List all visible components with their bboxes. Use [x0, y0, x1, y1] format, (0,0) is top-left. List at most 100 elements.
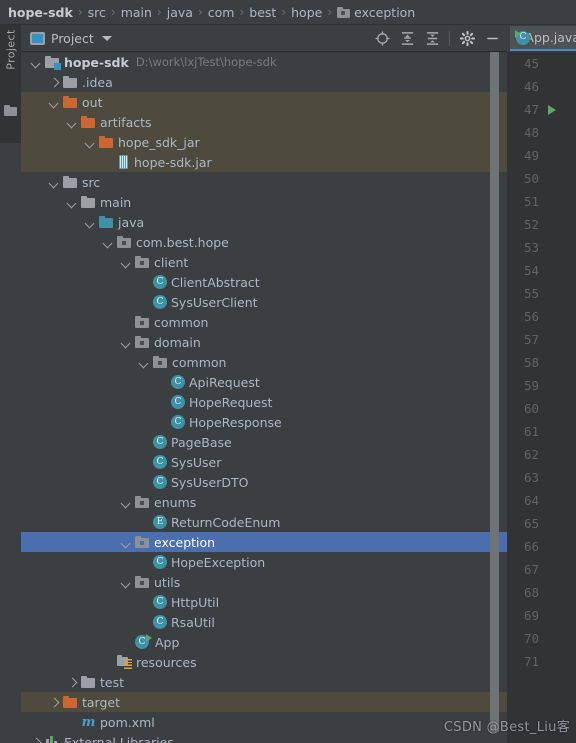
gutter-line[interactable]: 56	[507, 305, 576, 328]
gutter-line[interactable]: 59	[507, 374, 576, 397]
gutter-line[interactable]: 65	[507, 512, 576, 535]
gutter-line[interactable]: 55	[507, 282, 576, 305]
tree-node-out[interactable]: out	[21, 92, 507, 112]
tree-node-sysuserdto[interactable]: C SysUserDTO	[21, 472, 507, 492]
gutter-line[interactable]: 45	[507, 52, 576, 75]
gutter-line[interactable]: 53	[507, 236, 576, 259]
tree-node-com-best-hope[interactable]: com.best.hope	[21, 232, 507, 252]
chevron-down-icon[interactable]	[101, 35, 112, 41]
chevron-down-icon[interactable]	[121, 537, 132, 548]
tree-node-hope-sdk[interactable]: hope-sdk D:\work\lxjTest\hope-sdk	[21, 52, 507, 72]
tree-node-main[interactable]: main	[21, 192, 507, 212]
gutter-line[interactable]: 62	[507, 443, 576, 466]
chevron-down-icon[interactable]	[49, 177, 60, 188]
editor-gutter[interactable]: 45 46 47 48 49 50 51 52 53 54 55 56 57 58 59 60 61 62 63 64…	[507, 52, 576, 743]
chevron-down-icon[interactable]	[121, 257, 132, 268]
gutter-line[interactable]: 61	[507, 420, 576, 443]
chevron-down-icon[interactable]	[67, 197, 78, 208]
tree-node-target[interactable]: target	[21, 692, 507, 712]
project-tree-scrollbar[interactable]	[490, 52, 503, 743]
project-tool-button[interactable]: Project	[0, 25, 21, 143]
tree-node-apirequest[interactable]: C ApiRequest	[21, 372, 507, 392]
gutter-line[interactable]: 60	[507, 397, 576, 420]
tree-node-hoperequest[interactable]: C HopeRequest	[21, 392, 507, 412]
project-tree-scrollbar-thumb[interactable]	[490, 52, 499, 732]
tree-node-external-libraries[interactable]: External Libraries	[21, 732, 507, 743]
tree-node-enums[interactable]: enums	[21, 492, 507, 512]
breadcrumb-item-main[interactable]: main	[121, 5, 152, 20]
chevron-down-icon[interactable]	[121, 497, 132, 508]
tree-node-hope-sdk-jar[interactable]: hope-sdk.jar	[21, 152, 507, 172]
tree-node--idea[interactable]: .idea	[21, 72, 507, 92]
chevron-down-icon[interactable]	[31, 57, 42, 68]
gutter-line[interactable]: 49	[507, 144, 576, 167]
tree-node-app[interactable]: C App	[21, 632, 507, 652]
breadcrumb-item-hope[interactable]: hope	[291, 5, 322, 20]
tree-node-pom-xml[interactable]: m pom.xml	[21, 712, 507, 732]
tree-node-src[interactable]: src	[21, 172, 507, 192]
chevron-down-icon[interactable]	[49, 97, 60, 108]
tree-node-hoperesponse[interactable]: C HopeResponse	[21, 412, 507, 432]
chevron-down-icon[interactable]	[139, 357, 150, 368]
chevron-down-icon[interactable]	[121, 337, 132, 348]
breadcrumb-item-hope-sdk[interactable]: hope-sdk	[8, 5, 73, 20]
gutter-line[interactable]: 70	[507, 627, 576, 650]
gutter-line[interactable]: 51	[507, 190, 576, 213]
tree-node-test[interactable]: test	[21, 672, 507, 692]
tree-node-sysuserclient[interactable]: C SysUserClient	[21, 292, 507, 312]
chevron-down-icon[interactable]	[85, 137, 96, 148]
tree-node-rsautil[interactable]: C RsaUtil	[21, 612, 507, 632]
breadcrumb-item-best[interactable]: best	[249, 5, 276, 20]
chevron-right-icon[interactable]	[49, 77, 60, 88]
gutter-line[interactable]: 68	[507, 581, 576, 604]
project-view-selector[interactable]: Project	[30, 31, 112, 46]
gear-icon[interactable]	[456, 28, 478, 50]
gutter-line[interactable]: 50	[507, 167, 576, 190]
tree-node-clientabstract[interactable]: C ClientAbstract	[21, 272, 507, 292]
green-run-triangle-icon[interactable]	[548, 105, 556, 115]
tree-node-domain[interactable]: domain	[21, 332, 507, 352]
project-tree[interactable]: hope-sdk D:\work\lxjTest\hope-sdk .idea out…	[21, 52, 507, 743]
tree-node-client[interactable]: client	[21, 252, 507, 272]
gutter-line[interactable]: 63	[507, 466, 576, 489]
gutter-line[interactable]: 66	[507, 535, 576, 558]
tree-node-hope-sdk-jar[interactable]: hope_sdk_jar	[21, 132, 507, 152]
gutter-line[interactable]: 57	[507, 328, 576, 351]
tree-node-pagebase[interactable]: C PageBase	[21, 432, 507, 452]
gutter-line[interactable]: 54	[507, 259, 576, 282]
gutter-line[interactable]: 69	[507, 604, 576, 627]
gutter-line[interactable]: 67	[507, 558, 576, 581]
breadcrumb-item-exception[interactable]: exception	[337, 5, 415, 20]
gutter-line[interactable]: 52	[507, 213, 576, 236]
tree-node-common[interactable]: common	[21, 312, 507, 332]
gutter-line[interactable]: 48	[507, 121, 576, 144]
tree-node-common[interactable]: common	[21, 352, 507, 372]
tree-node-java[interactable]: java	[21, 212, 507, 232]
chevron-down-icon[interactable]	[85, 217, 96, 228]
crosshair-target-icon[interactable]	[371, 28, 393, 50]
tree-node-exception[interactable]: exception	[21, 532, 507, 552]
chevron-down-icon[interactable]	[103, 237, 114, 248]
breadcrumb-item-java[interactable]: java	[167, 5, 193, 20]
gutter-line[interactable]: 71	[507, 650, 576, 673]
gutter-line[interactable]: 46	[507, 75, 576, 98]
gutter-line[interactable]: 58	[507, 351, 576, 374]
breadcrumb-item-src[interactable]: src	[88, 5, 106, 20]
collapse-all-icon[interactable]	[421, 28, 443, 50]
editor-tab-app-java[interactable]: C App.java	[510, 26, 576, 51]
tree-node-utils[interactable]: utils	[21, 572, 507, 592]
chevron-right-icon[interactable]	[67, 677, 78, 688]
chevron-down-icon[interactable]	[121, 577, 132, 588]
breadcrumb-item-com[interactable]: com	[208, 5, 235, 20]
minimize-dash-icon[interactable]	[481, 28, 503, 50]
chevron-right-icon[interactable]	[49, 697, 60, 708]
tree-node-hopeexception[interactable]: C HopeException	[21, 552, 507, 572]
tree-node-artifacts[interactable]: artifacts	[21, 112, 507, 132]
expand-all-icon[interactable]	[396, 28, 418, 50]
tree-node-returncodeenum[interactable]: E ReturnCodeEnum	[21, 512, 507, 532]
gutter-line[interactable]: 47	[507, 98, 576, 121]
chevron-down-icon[interactable]	[67, 117, 78, 128]
tree-node-resources[interactable]: resources	[21, 652, 507, 672]
gutter-line[interactable]: 64	[507, 489, 576, 512]
tree-node-sysuser[interactable]: C SysUser	[21, 452, 507, 472]
